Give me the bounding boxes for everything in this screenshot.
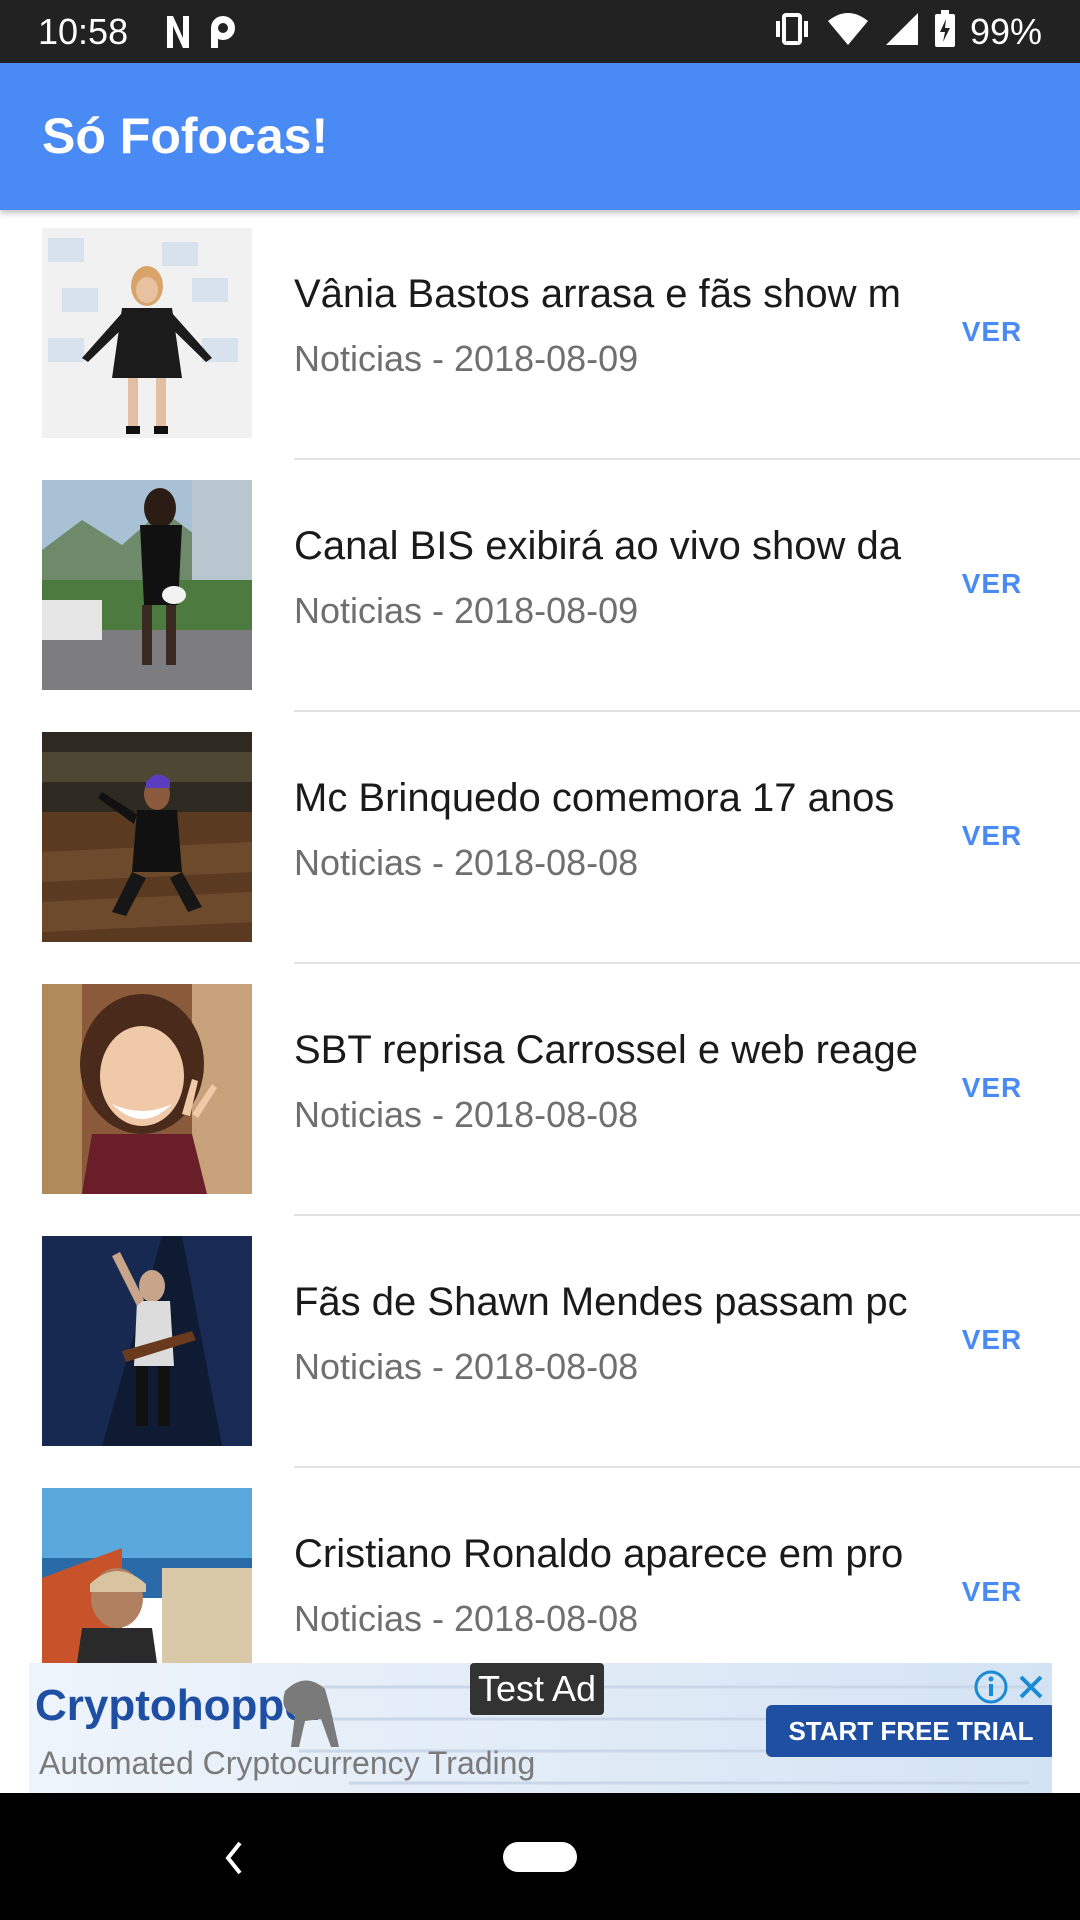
news-thumbnail: [42, 732, 252, 942]
news-title: Fãs de Shawn Mendes passam pc: [294, 1280, 908, 1324]
ver-button[interactable]: VER: [940, 806, 1044, 866]
news-title: SBT reprisa Carrossel e web reage: [294, 1028, 918, 1072]
news-title: Canal BIS exibirá ao vivo show da: [294, 524, 901, 568]
ver-button[interactable]: VER: [940, 302, 1044, 362]
divider: [294, 458, 1080, 460]
ad-tagline: Automated Cryptocurrency Trading: [39, 1745, 536, 1781]
status-time: 10:58: [38, 11, 129, 52]
news-thumbnail: [42, 1236, 252, 1446]
ver-button[interactable]: VER: [940, 1562, 1044, 1622]
news-subtitle: Noticias - 2018-08-08: [294, 1346, 639, 1387]
navigation-bar: [0, 1793, 1080, 1920]
divider: [294, 1214, 1080, 1216]
news-item[interactable]: Mc Brinquedo comemora 17 anos Noticias -…: [0, 714, 1080, 966]
ver-button[interactable]: VER: [940, 1310, 1044, 1370]
app-title: Só Fofocas!: [42, 108, 329, 164]
ad-banner[interactable]: Cryptohopper Automated Cryptocurrency Tr…: [29, 1663, 1052, 1793]
news-item[interactable]: Fãs de Shawn Mendes passam pc Noticias -…: [0, 1218, 1080, 1470]
news-title: Cristiano Ronaldo aparece em pro: [294, 1532, 904, 1576]
news-list[interactable]: Vânia Bastos arrasa e fãs show m Noticia…: [0, 210, 1080, 1663]
ver-button[interactable]: VER: [940, 1058, 1044, 1118]
news-item[interactable]: Cristiano Ronaldo aparece em pro Noticia…: [0, 1470, 1080, 1663]
news-subtitle: Noticias - 2018-08-08: [294, 842, 639, 883]
divider: [294, 962, 1080, 964]
news-subtitle: Noticias - 2018-08-08: [294, 1598, 639, 1639]
battery-percent: 99%: [969, 11, 1042, 52]
p-icon: [209, 14, 237, 50]
divider: [294, 710, 1080, 712]
ver-button[interactable]: VER: [940, 554, 1044, 614]
news-thumbnail: [42, 228, 252, 438]
wifi-icon: [826, 11, 870, 52]
home-pill-button[interactable]: [503, 1842, 577, 1872]
battery-icon: [934, 10, 956, 53]
test-ad-label: Test Ad: [470, 1663, 605, 1715]
back-icon[interactable]: [218, 1833, 248, 1888]
divider: [294, 1466, 1080, 1468]
news-subtitle: Noticias - 2018-08-09: [294, 338, 639, 379]
ad-close-icon[interactable]: [1013, 1669, 1049, 1710]
signal-icon: [884, 11, 920, 52]
news-item[interactable]: Canal BIS exibirá ao vivo show da Notici…: [0, 462, 1080, 714]
start-free-trial-button[interactable]: START FREE TRIAL: [766, 1705, 1052, 1757]
news-title: Mc Brinquedo comemora 17 anos: [294, 776, 895, 820]
ad-info-icon[interactable]: [973, 1669, 1009, 1710]
news-item[interactable]: SBT reprisa Carrossel e web reage Notici…: [0, 966, 1080, 1218]
news-item[interactable]: Vânia Bastos arrasa e fãs show m Noticia…: [0, 210, 1080, 462]
vibrate-icon: [772, 11, 812, 52]
news-thumbnail: [42, 480, 252, 690]
news-title: Vânia Bastos arrasa e fãs show m: [294, 272, 901, 316]
app-bar: Só Fofocas!: [0, 63, 1080, 210]
news-subtitle: Noticias - 2018-08-08: [294, 1094, 639, 1135]
news-thumbnail: [42, 1488, 252, 1663]
status-bar: 10:58 99%: [0, 0, 1080, 63]
news-subtitle: Noticias - 2018-08-09: [294, 590, 639, 631]
kangaroo-icon: [275, 1671, 345, 1756]
n-icon: [165, 14, 191, 50]
news-thumbnail: [42, 984, 252, 1194]
